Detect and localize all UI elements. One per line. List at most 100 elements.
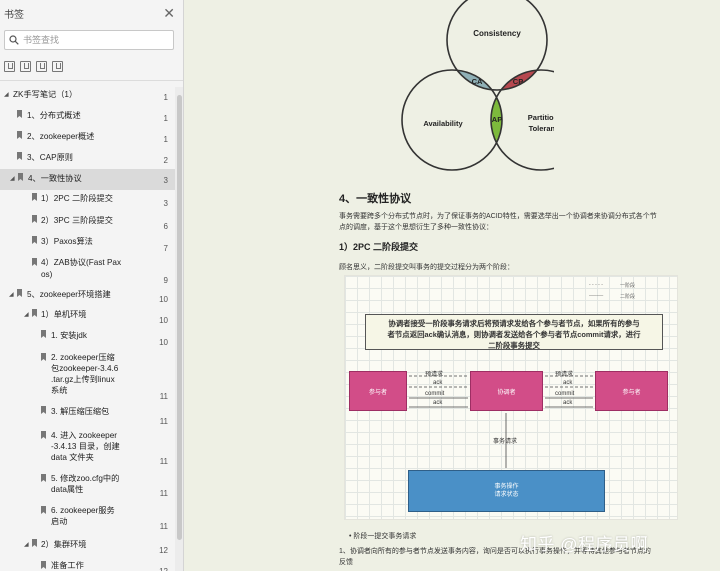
subsection-paragraph: 顾名思义，二阶段提交叫事务的提交过程分为两个阶段：	[339, 264, 514, 271]
bookmark-search-box[interactable]	[4, 30, 174, 50]
bookmark-page: 6	[163, 222, 168, 231]
ack-label-right: ack	[563, 380, 573, 386]
paragraph-line: 点的调度，基于这个思想衍生了多种一致性协议：	[339, 224, 493, 231]
tolerance-label: Tolerance	[529, 124, 554, 133]
bookmark-page: 10	[159, 316, 168, 325]
bookmark-label: 1、分布式概述	[27, 111, 81, 120]
expand-toggle-icon[interactable]: ◢	[4, 90, 9, 101]
partition-label: Partition	[528, 113, 554, 122]
transaction-box: 事务操作 请求状态	[408, 470, 605, 512]
bookmark-label-cont: data属性	[51, 485, 84, 494]
bookmark-page: 12	[159, 546, 168, 555]
bookmark-page: 2	[163, 156, 168, 165]
bookmark-label: 4、一致性协议	[28, 174, 82, 183]
bookmark-page: 11	[159, 489, 168, 498]
bookmark-item[interactable]: 1）2PC 二阶段提交 3	[0, 191, 176, 211]
bookmark-item[interactable]: 1、分布式概述 1	[0, 108, 176, 128]
zhihu-watermark: 知乎 @程序员啊	[520, 535, 648, 554]
bookmark-icon	[41, 330, 46, 338]
paragraph-line: 事务需要跨多个分布式节点时，为了保证事务的ACID特性，需要选举出一个协调者来协…	[339, 213, 657, 220]
expand-toggle-icon[interactable]: ◢	[24, 540, 29, 551]
section-heading: 4、一致性协议	[339, 193, 412, 205]
bookmark-page: 12	[159, 566, 168, 571]
2pc-diagram: - - - - - 一阶段 ──── 二阶段 协调者接受一阶段事务请求后将预请求…	[344, 275, 678, 520]
bookmark-label: 3）Paxos算法	[41, 237, 93, 246]
bookmark-label: 1）2PC 二阶段提交	[41, 194, 113, 203]
ack-label-right-2: ack	[563, 400, 573, 406]
expand-bookmark-icon[interactable]	[4, 61, 15, 72]
bookmark-page: 11	[159, 392, 168, 401]
ack-label-left-2: ack	[433, 400, 443, 406]
bookmark-label: 5. 修改zoo.cfg中的	[51, 474, 120, 483]
bookmark-icon	[32, 193, 37, 201]
bookmark-item[interactable]: ◢ 2）集群环境 12	[0, 537, 176, 557]
bullet-text: 阶段一提交事务请求	[353, 533, 417, 540]
bookmark-icon	[32, 215, 37, 223]
bookmark-item[interactable]: 2）3PC 三阶段提交 6	[0, 213, 176, 233]
bookmark-icon	[41, 561, 46, 569]
bookmark-icon	[41, 431, 46, 439]
subsection-heading: 1）2PC 二阶段提交	[339, 242, 419, 252]
bookmark-icon	[18, 173, 23, 181]
bookmark-item[interactable]: 2. zookeeper压缩 包zookeeper-3.4.6 .tar.gz上…	[0, 349, 176, 401]
bookmark-icon	[41, 506, 46, 514]
expand-toggle-icon[interactable]: ◢	[24, 310, 29, 321]
bookmark-label-cont: 包zookeeper-3.4.6	[51, 364, 119, 373]
bookmark-item[interactable]: ◢ 1）单机环境 10	[0, 307, 176, 327]
sidebar-scroll-thumb[interactable]	[177, 95, 182, 540]
bookmark-item[interactable]: 4. 进入 zookeeper -3.4.13 目录，创建 data 文件夹 1…	[0, 427, 176, 467]
expand-toggle-icon[interactable]: ◢	[10, 174, 15, 185]
commit-label-right: commit	[555, 391, 575, 397]
cp-label: CP	[513, 77, 523, 86]
consistency-circle	[446, 0, 548, 91]
cap-venn-diagram: Consistency Availability Partition Toler…	[401, 0, 554, 171]
bookmark-panel-header: 书签 ✕	[0, 0, 183, 26]
paragraph-line: 反馈	[339, 559, 353, 566]
bookmark-label-cont: os)	[41, 270, 53, 279]
bookmark-page: 3	[163, 199, 168, 208]
prepare-label-left: 预请求	[425, 372, 444, 378]
bookmark-label: 2、zookeeper概述	[27, 132, 95, 141]
bookmark-icon	[17, 289, 22, 297]
bookmark-label: 3. 解压缩压缩包	[51, 407, 110, 416]
bookmark-search-input[interactable]	[23, 35, 163, 45]
bookmark-item[interactable]: 3）Paxos算法 7	[0, 234, 176, 254]
consistency-label: Consistency	[473, 29, 521, 38]
bookmark-label: 5、zookeeper环境搭建	[27, 290, 111, 299]
bookmark-item[interactable]: 准备工作 12	[0, 557, 176, 571]
bookmark-item[interactable]: 1. 安装jdk 10	[0, 328, 176, 348]
bookmark-item[interactable]: 4）ZAB协议(Fast Pax os) 9	[0, 254, 176, 286]
close-icon[interactable]: ✕	[163, 5, 175, 22]
bookmark-label: 2. zookeeper压缩	[51, 353, 115, 362]
bookmark-icon	[41, 353, 46, 361]
bookmark-toolbar	[4, 61, 63, 72]
bookmark-icon	[41, 474, 46, 482]
bookmark-item[interactable]: 6. zookeeper服务 启动 11	[0, 502, 176, 532]
bookmark-page: 10	[159, 338, 168, 347]
transaction-box-line: 请求状态	[494, 492, 519, 498]
add-bookmark-icon[interactable]	[36, 61, 47, 72]
transaction-box-line: 事务操作	[494, 484, 519, 490]
bookmark-options-icon[interactable]	[52, 61, 63, 72]
bookmark-page: 9	[163, 276, 168, 285]
bookmark-item[interactable]: 3. 解压缩压缩包 11	[0, 404, 176, 426]
bookmark-item-selected[interactable]: ◢ 4、一致性协议 3	[0, 169, 176, 190]
bookmark-item[interactable]: 2、zookeeper概述 1	[0, 129, 176, 149]
bookmark-page: 1	[163, 135, 168, 144]
bookmark-label-cont: .tar.gz上传到linux	[51, 375, 115, 384]
bookmark-label: 1）单机环境	[41, 310, 87, 319]
bookmark-label: 6. zookeeper服务	[51, 506, 115, 515]
bookmark-icon	[32, 309, 37, 317]
collapse-bookmark-icon[interactable]	[20, 61, 31, 72]
bookmark-item[interactable]: ◢ 5、zookeeper环境搭建 10	[0, 287, 176, 307]
expand-toggle-icon[interactable]: ◢	[9, 290, 14, 301]
bookmark-item[interactable]: 5. 修改zoo.cfg中的 data属性 11	[0, 470, 176, 500]
bookmark-page: 11	[159, 417, 168, 426]
bookmark-page: 1	[163, 114, 168, 123]
bookmark-page: 11	[159, 522, 168, 531]
ca-label: CA	[472, 77, 483, 86]
bookmark-panel-title: 书签	[4, 9, 24, 21]
bookmark-item-zk-notes[interactable]: ◢ ZK手写笔记（1） 1	[0, 87, 176, 107]
bookmark-icon	[17, 152, 22, 160]
bookmark-item[interactable]: 3、CAP原则 2	[0, 150, 176, 170]
